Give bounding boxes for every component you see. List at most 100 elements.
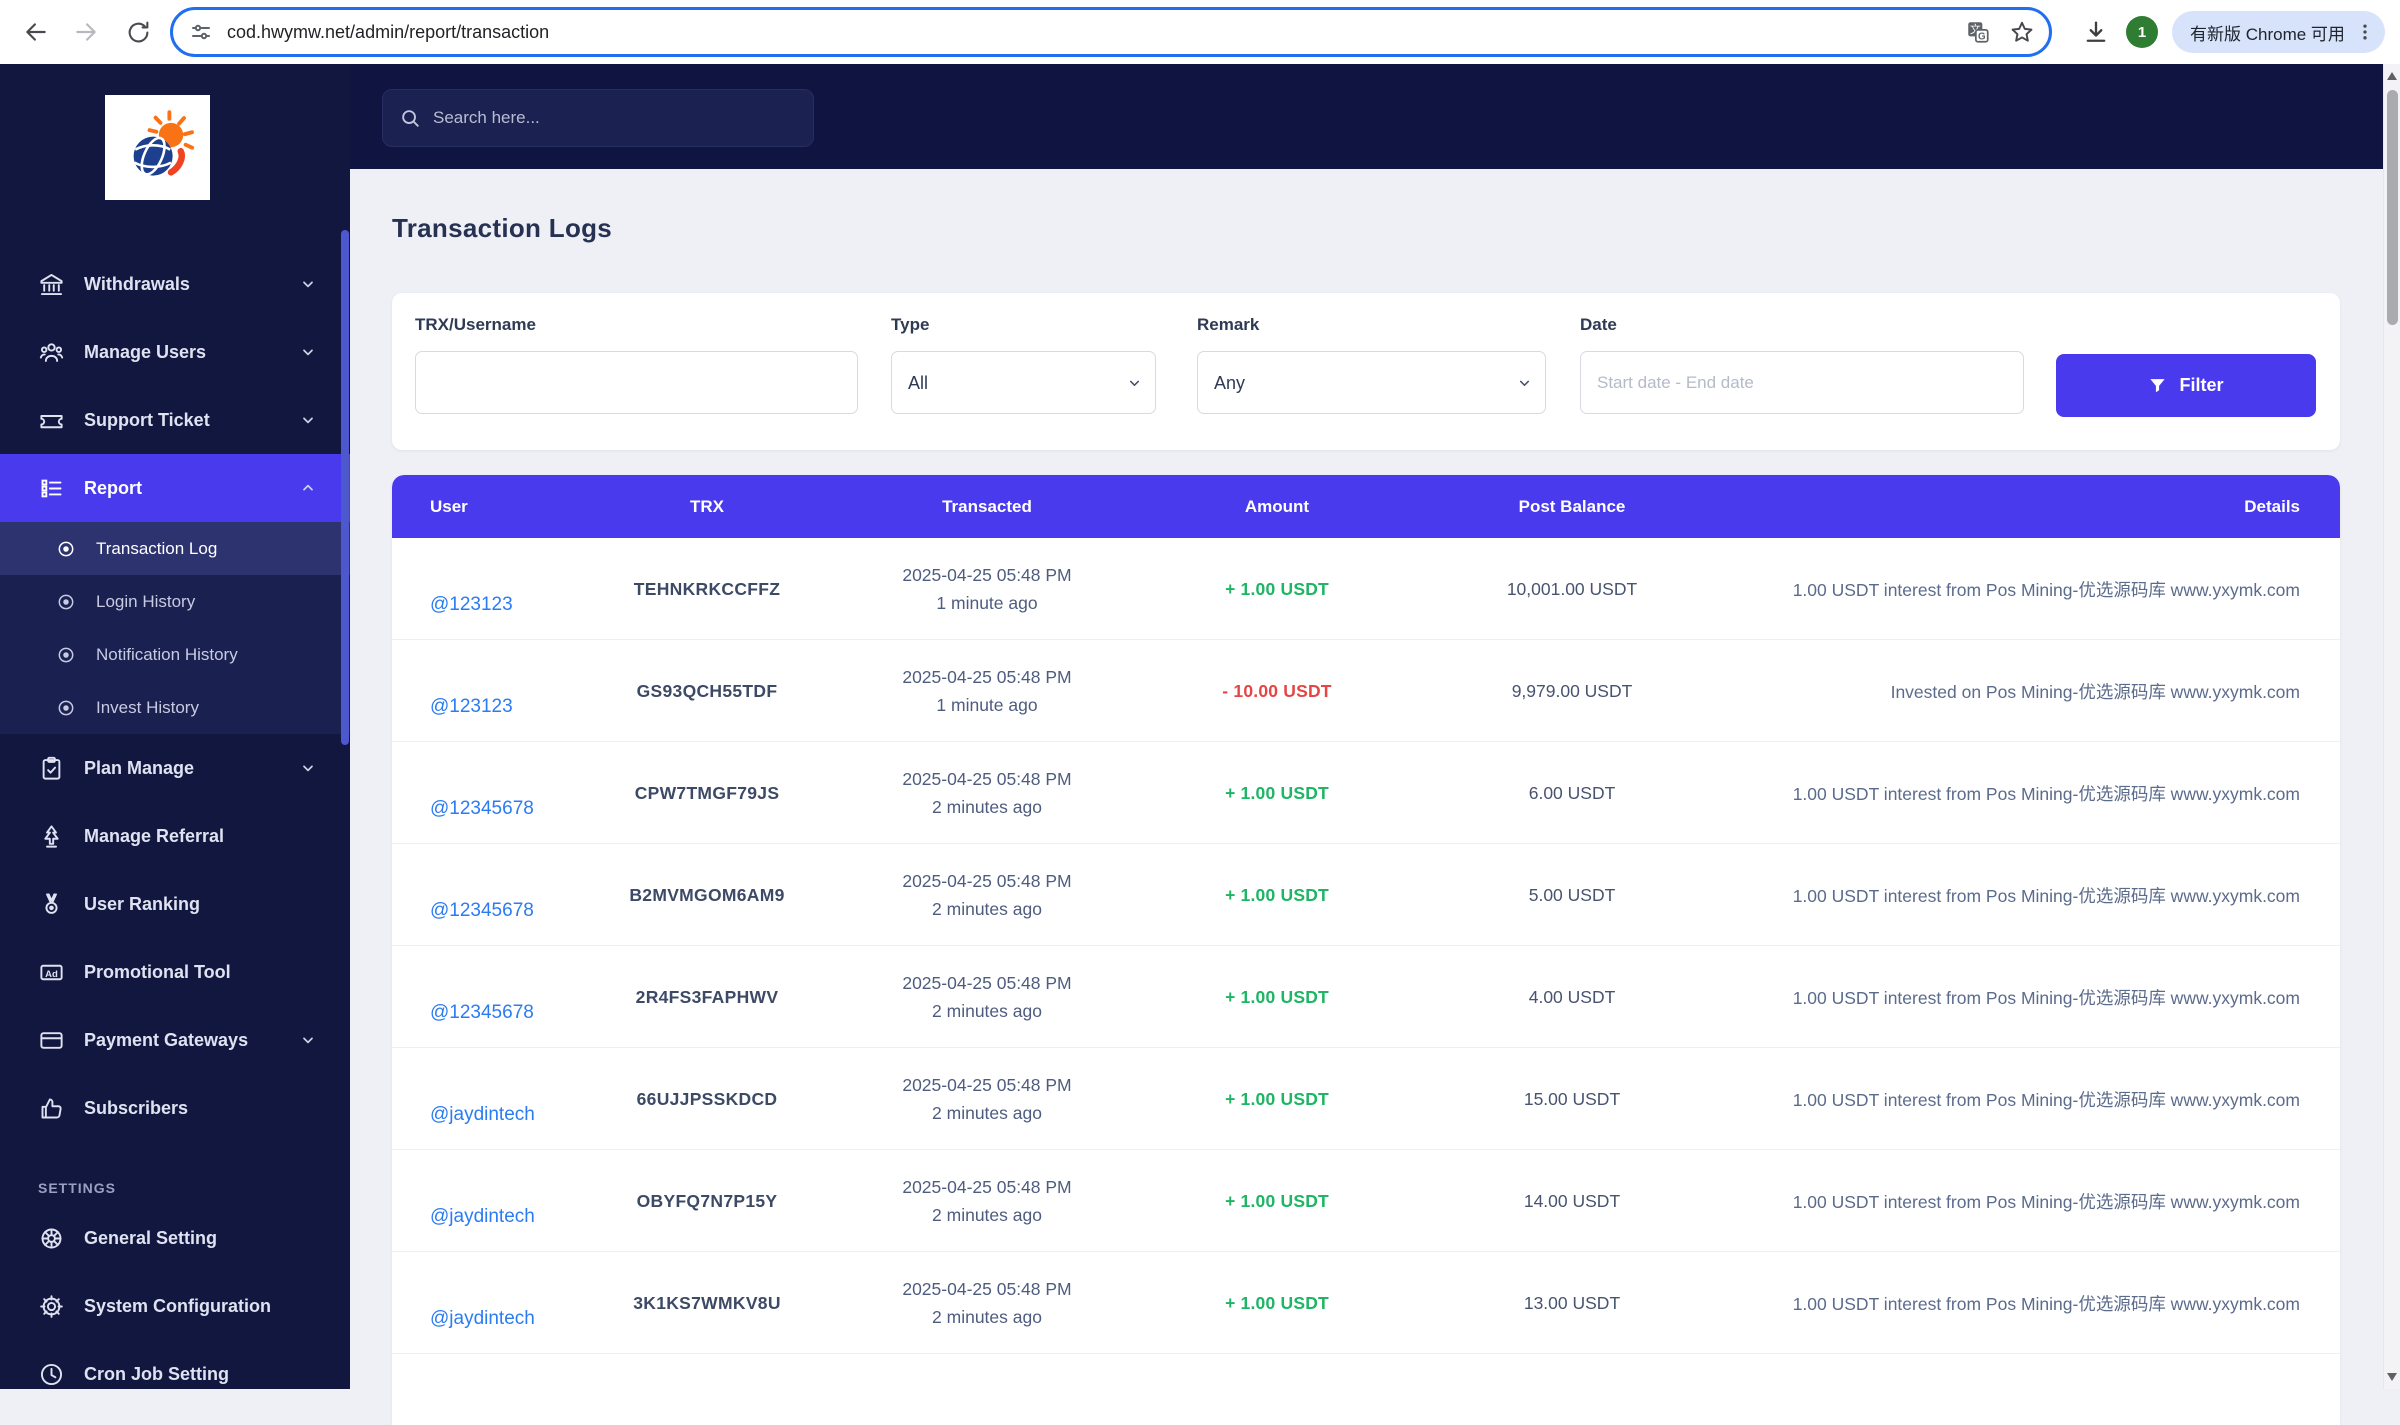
filter-button[interactable]: Filter [2056,354,2316,417]
user-link[interactable]: @jaydintech [430,1308,535,1330]
amount-value: - 10.00 USDT [1222,680,1332,701]
sidebar-item-label: Support Ticket [84,409,210,430]
user-link[interactable]: @12345678 [430,900,534,922]
radio-dot-icon [56,539,76,559]
transacted-ago: 2 minutes ago [932,1307,1042,1327]
site-settings-icon[interactable] [189,20,213,44]
funnel-icon [2148,376,2167,395]
sidebar-item-support-ticket[interactable]: Support Ticket [0,386,350,454]
sidebar-item-report[interactable]: Report [0,454,350,522]
sidebar-item-label: Payment Gateways [84,1029,249,1050]
sidebar-nav: Withdrawals Manage Users Support Ticket [0,250,350,1389]
table-row: @jaydintech 3K1KS7WMKV8U 2025-04-25 05:4… [392,1252,2340,1354]
scrollbar-thumb[interactable] [2387,90,2398,325]
user-link[interactable]: @123123 [430,594,513,616]
submenu-item-transaction-log[interactable]: Transaction Log [0,522,350,575]
brand-logo[interactable] [105,95,210,200]
sidebar-item-withdrawals[interactable]: Withdrawals [0,250,350,318]
table-row-partial: 2025-04-25 05:48 PM [392,1354,2340,1425]
sidebar-item-manage-referral[interactable]: Manage Referral [0,802,350,870]
medal-icon [38,891,65,918]
post-balance-value: 5.00 USDT [1528,884,1616,905]
type-field: Type All [891,315,1156,414]
chrome-update-button[interactable]: 有新版 Chrome 可用 [2172,11,2385,53]
trx-code: GS93QCH55TDF [636,680,778,701]
post-balance-value: 9,979.00 USDT [1511,680,1633,701]
user-link[interactable]: @12345678 [430,1002,534,1024]
column-header-post-balance: Post Balance [1518,496,1626,516]
column-header-user: User [430,496,468,516]
address-bar[interactable]: cod.hwymw.net/admin/report/transaction 文… [170,7,2052,57]
post-balance-value: 13.00 USDT [1523,1292,1621,1313]
download-icon[interactable] [2074,10,2118,54]
table-row: @123123 GS93QCH55TDF 2025-04-25 05:48 PM… [392,640,2340,742]
submenu-item-notification-history[interactable]: Notification History [0,628,350,681]
scrollbar-down-arrow[interactable] [2387,1373,2397,1381]
translate-icon[interactable]: 文G [1965,19,1991,45]
sidebar-item-cron-job-setting[interactable]: Cron Job Setting [0,1340,350,1389]
bookmark-star-icon[interactable] [2009,19,2035,45]
sidebar-scrollbar[interactable] [341,230,349,745]
kebab-menu-icon[interactable] [2355,22,2375,42]
back-icon[interactable] [14,10,58,54]
transacted-ago: 1 minute ago [936,593,1038,613]
sidebar-item-subscribers[interactable]: Subscribers [0,1074,350,1142]
table-row: @jaydintech 66UJJPSSKDCD 2025-04-25 05:4… [392,1048,2340,1150]
sidebar-item-system-configuration[interactable]: System Configuration [0,1272,350,1340]
page-scrollbar[interactable] [2383,64,2400,1389]
amount-value: + 1.00 USDT [1225,1190,1329,1211]
amount-value: + 1.00 USDT [1225,578,1329,599]
reload-icon[interactable] [116,10,160,54]
details-text: 1.00 USDT interest from Pos Mining-优选源码库… [1792,1293,2300,1314]
scrollbar-up-arrow[interactable] [2387,72,2397,80]
amount-value: + 1.00 USDT [1225,884,1329,905]
transacted-date: 2025-04-25 05:48 PM [902,667,1072,687]
trx-username-field: TRX/Username [415,315,858,414]
transacted-cell: 2025-04-25 05:48 PM 2 minutes ago [842,969,1132,1025]
date-range-input[interactable] [1580,351,2024,414]
ticket-icon [38,407,65,434]
sidebar-item-payment-gateways[interactable]: Payment Gateways [0,1006,350,1074]
browser-toolbar: cod.hwymw.net/admin/report/transaction 文… [0,0,2400,64]
submenu-item-invest-history[interactable]: Invest History [0,681,350,734]
trx-code: 3K1KS7WMKV8U [633,1292,781,1313]
thumbs-up-icon [38,1095,65,1122]
user-link[interactable]: @jaydintech [430,1206,535,1228]
global-search[interactable] [382,89,814,147]
sidebar-item-plan-manage[interactable]: Plan Manage [0,734,350,802]
user-link[interactable]: @jaydintech [430,1104,535,1126]
sidebar-item-label: General Setting [84,1227,218,1248]
trx-username-input[interactable] [415,351,858,414]
transacted-date: 2025-04-25 05:48 PM [842,1363,1132,1425]
header-bar: yxymkcom [350,64,2383,169]
user-link[interactable]: @12345678 [430,798,534,820]
search-input[interactable] [433,108,797,128]
transacted-date: 2025-04-25 05:48 PM [902,769,1072,789]
transacted-date: 2025-04-25 05:48 PM [902,973,1072,993]
submenu-item-label: Notification History [96,644,238,664]
sidebar-item-user-ranking[interactable]: User Ranking [0,870,350,938]
sidebar-item-general-setting[interactable]: General Setting [0,1204,350,1272]
remark-select[interactable]: Any [1197,351,1546,414]
browser-profile-badge[interactable]: 1 [2126,16,2158,48]
table-row: @12345678 CPW7TMGF79JS 2025-04-25 05:48 … [392,742,2340,844]
post-balance-value: 15.00 USDT [1523,1088,1621,1109]
date-label: Date [1580,315,1617,334]
sidebar-item-manage-users[interactable]: Manage Users [0,318,350,386]
sidebar-item-promotional-tool[interactable]: Ad Promotional Tool [0,938,350,1006]
trx-code: CPW7TMGF79JS [634,782,780,803]
amount-value: + 1.00 USDT [1225,782,1329,803]
submenu-item-label: Transaction Log [96,538,218,558]
details-text: 1.00 USDT interest from Pos Mining-优选源码库… [1792,987,2300,1008]
type-select[interactable]: All [891,351,1156,414]
trx-code: OBYFQ7N7P15Y [636,1190,778,1211]
transacted-ago: 1 minute ago [936,695,1038,715]
filter-panel: TRX/Username Type All Remark Any Date St… [392,293,2340,450]
submenu-item-label: Invest History [96,697,199,717]
chevron-up-icon [300,480,316,496]
url-text[interactable]: cod.hwymw.net/admin/report/transaction [227,22,1947,43]
forward-icon[interactable] [64,10,108,54]
user-link[interactable]: @123123 [430,696,513,718]
submenu-item-login-history[interactable]: Login History [0,575,350,628]
sidebar-item-label: Promotional Tool [84,961,231,982]
